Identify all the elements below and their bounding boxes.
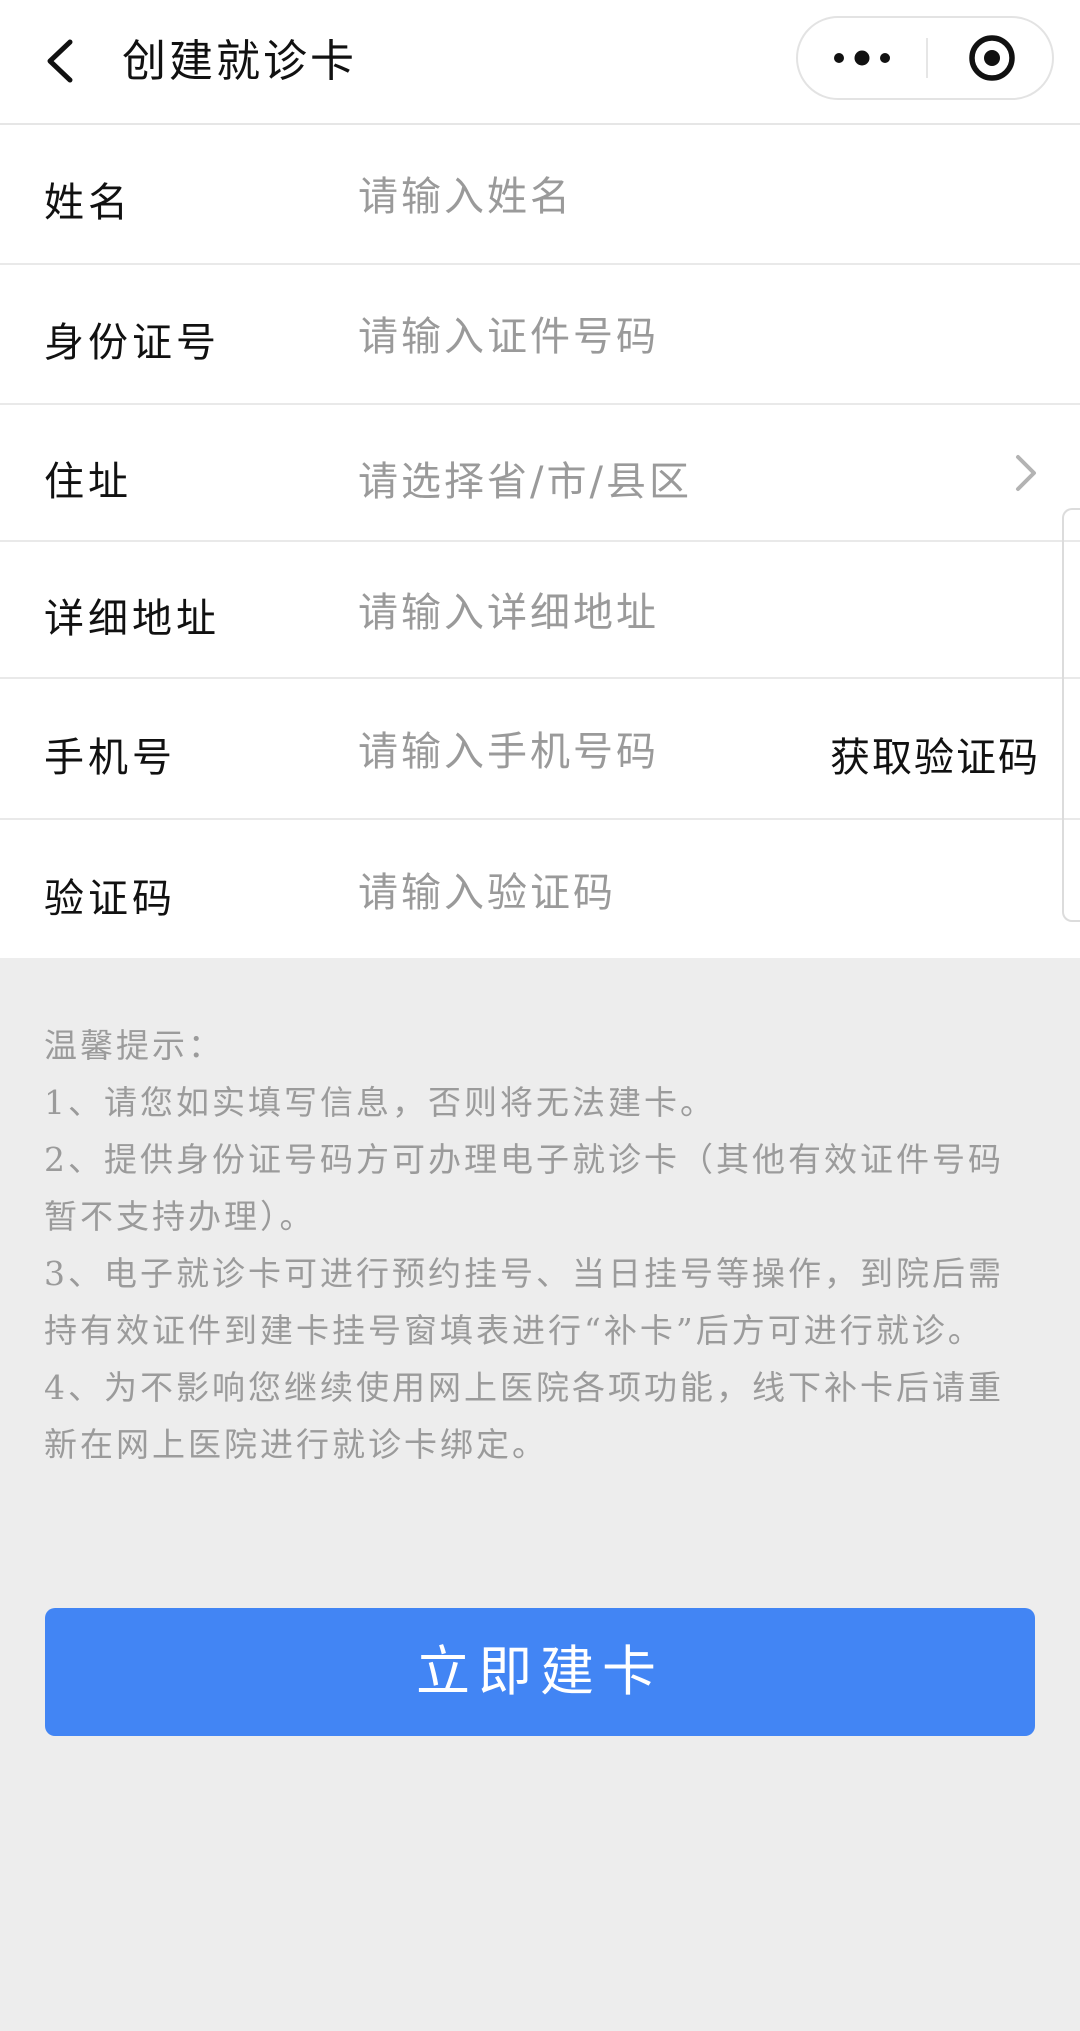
phone-label: 手机号 [44, 735, 176, 781]
name-row: 姓名 [0, 125, 1080, 265]
create-card-button[interactable]: 立即建卡 [45, 1608, 1035, 1736]
id-number-row: 身份证号 [0, 265, 1080, 405]
tip-item: 1、请您如实填写信息，否则将无法建卡。 [44, 1083, 716, 1122]
id-number-label: 身份证号 [44, 320, 220, 366]
name-input[interactable] [358, 167, 818, 227]
name-label: 姓名 [44, 180, 132, 226]
more-dots-icon[interactable] [826, 18, 898, 98]
chevron-left-icon[interactable] [40, 36, 80, 86]
detail-address-row: 详细地址 [0, 542, 1080, 679]
code-row: 验证码 [0, 820, 1080, 958]
detail-address-input[interactable] [358, 583, 818, 643]
code-input[interactable] [358, 863, 818, 923]
id-number-input[interactable] [358, 307, 818, 367]
tip-item: 2、提供身份证号码方可办理电子就诊卡（其他有效证件号码暂不支持办理）。 [44, 1140, 1004, 1236]
detail-address-label: 详细地址 [44, 596, 220, 642]
code-label: 验证码 [44, 876, 176, 922]
page-title: 创建就诊卡 [122, 36, 357, 87]
address-row[interactable]: 住址 请选择省/市/县区 [0, 405, 1080, 542]
edge-handle[interactable] [1062, 508, 1080, 922]
tip-item: 4、为不影响您继续使用网上医院各项功能，线下补卡后请重新在网上医院进行就诊卡绑定… [44, 1368, 1004, 1464]
target-circle-icon[interactable] [966, 32, 1018, 84]
tips-section: 温馨提示： 1、请您如实填写信息，否则将无法建卡。 2、提供身份证号码方可办理电… [44, 1017, 1034, 1473]
address-select[interactable]: 请选择省/市/县区 [358, 449, 692, 507]
tips-title: 温馨提示： [44, 1026, 224, 1065]
nav-bar: 创建就诊卡 [0, 0, 1080, 125]
phone-row: 手机号 获取验证码 [0, 679, 1080, 820]
address-label: 住址 [44, 459, 132, 505]
tip-item: 3、电子就诊卡可进行预约挂号、当日挂号等操作，到院后需持有效证件到建卡挂号窗填表… [44, 1254, 1004, 1350]
get-code-button[interactable]: 获取验证码 [830, 725, 1040, 783]
mini-program-capsule [796, 16, 1054, 100]
chevron-right-icon [1016, 455, 1036, 491]
capsule-divider [926, 38, 928, 78]
phone-input[interactable] [358, 722, 798, 782]
card-form: 姓名 身份证号 住址 请选择省/市/县区 详细地址 手机号 获取验证码 验证码 [0, 125, 1080, 958]
